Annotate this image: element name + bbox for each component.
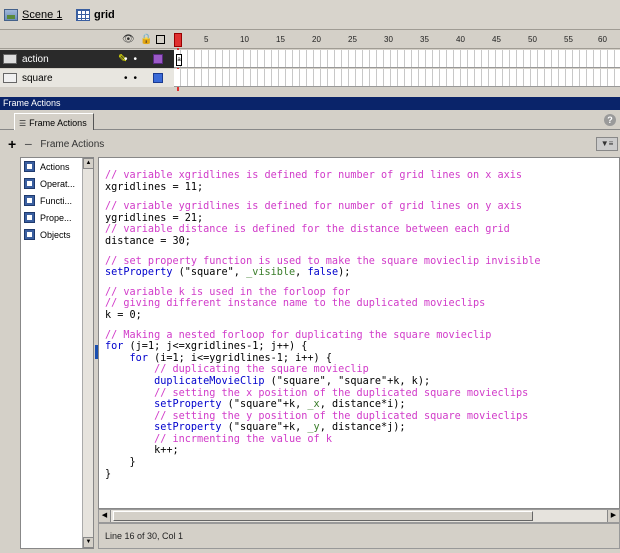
- code-line[interactable]: setProperty ("square"+k, _x, distance*i)…: [105, 399, 540, 411]
- script-editor[interactable]: // variable xgridlines is defined for nu…: [98, 157, 620, 509]
- code-line[interactable]: k++;: [105, 445, 540, 457]
- help-icon[interactable]: ?: [604, 114, 616, 126]
- frame-number: 25: [348, 35, 357, 44]
- code-line[interactable]: // set property function is used to make…: [105, 256, 540, 268]
- code-line[interactable]: // duplicating the square movieclip: [105, 364, 540, 376]
- frame-number: 60: [598, 35, 607, 44]
- layer-state-dots[interactable]: ••: [124, 54, 143, 65]
- symbol-crumb-label: grid: [94, 9, 115, 21]
- layer-icon: [3, 73, 17, 83]
- code-line[interactable]: distance = 30;: [105, 236, 540, 248]
- frame-ruler[interactable]: 151015202530354045505560: [174, 31, 620, 49]
- code-line[interactable]: setProperty ("square"+k, _y, distance*j)…: [105, 422, 540, 434]
- actions-icon: ☰: [19, 118, 27, 128]
- actions-toolbar: + − Frame Actions ▼≡: [0, 131, 620, 157]
- frame-number: 20: [312, 35, 321, 44]
- code-line[interactable]: setProperty ("square", _visible, false);: [105, 267, 540, 279]
- lock-icon[interactable]: 🔒: [140, 34, 152, 45]
- layer-outline-color[interactable]: [153, 73, 163, 83]
- frame-number: 30: [384, 35, 393, 44]
- scene-crumb[interactable]: Scene 1: [4, 9, 62, 21]
- scroll-up-icon[interactable]: ▲: [83, 158, 94, 169]
- layer-name: square: [22, 72, 53, 84]
- frame-number: 55: [564, 35, 573, 44]
- layer-name: action: [22, 53, 49, 65]
- code-line[interactable]: // variable xgridlines is defined for nu…: [105, 170, 540, 182]
- code-line[interactable]: // variable k is used in the forloop for: [105, 287, 540, 299]
- layer-square-frames[interactable]: [174, 69, 620, 87]
- layer-action-frames[interactable]: [174, 50, 620, 68]
- eye-icon[interactable]: 👁: [122, 34, 135, 45]
- frame-number: 40: [456, 35, 465, 44]
- actions-label: Frame Actions: [40, 138, 105, 150]
- status-bar: Line 16 of 30, Col 1: [98, 523, 620, 549]
- book-icon: [24, 212, 35, 223]
- code-line[interactable]: for (j=1; j<=xgridlines-1; j++) {: [105, 341, 540, 353]
- breadcrumb: Scene 1 grid: [0, 0, 620, 30]
- frame-number: 35: [420, 35, 429, 44]
- movieclip-symbol-icon: [76, 9, 90, 21]
- timeline: 👁 🔒 151015202530354045505560 action ✎ ••…: [0, 31, 620, 91]
- layer-outline-color[interactable]: [153, 54, 163, 64]
- toolbox-category-label: Objects: [40, 229, 71, 240]
- scroll-thumb[interactable]: [113, 511, 533, 521]
- scroll-right-icon[interactable]: ▶: [607, 510, 619, 522]
- scroll-left-icon[interactable]: ◀: [99, 510, 111, 522]
- code-line[interactable]: // setting the y position of the duplica…: [105, 411, 540, 423]
- code-line[interactable]: xgridlines = 11;: [105, 182, 540, 194]
- outline-icon[interactable]: [156, 35, 165, 44]
- code-line[interactable]: ygridlines = 21;: [105, 213, 540, 225]
- panel-tabs: ☰ Frame Actions ?: [0, 110, 620, 130]
- code-line[interactable]: // setting the x position of the duplica…: [105, 388, 540, 400]
- book-icon: [24, 161, 35, 172]
- book-icon: [24, 178, 35, 189]
- frame-number: 15: [276, 35, 285, 44]
- book-icon: [24, 195, 35, 206]
- scroll-down-icon[interactable]: ▼: [83, 537, 94, 548]
- playhead[interactable]: [174, 33, 182, 47]
- toolbox-category-label: Operat...: [40, 178, 76, 189]
- code-line[interactable]: // variable distance is defined for the …: [105, 224, 540, 236]
- keyframe-action[interactable]: a: [176, 54, 182, 66]
- scene-icon: [4, 9, 18, 21]
- code-line[interactable]: // Making a nested forloop for duplicati…: [105, 330, 540, 342]
- frame-number: 10: [240, 35, 249, 44]
- code-line[interactable]: }: [105, 457, 540, 469]
- code-line[interactable]: }: [105, 469, 540, 481]
- timeline-header: 👁 🔒 151015202530354045505560: [0, 31, 620, 49]
- panel-splitter[interactable]: [0, 157, 20, 549]
- code-line[interactable]: k = 0;: [105, 310, 540, 322]
- frame-number: 50: [528, 35, 537, 44]
- tab-frame-actions[interactable]: ☰ Frame Actions: [14, 113, 94, 130]
- code-line[interactable]: duplicateMovieClip ("square", "square"+k…: [105, 376, 540, 388]
- toolbox-scrollbar[interactable]: ▲ ▼: [82, 158, 94, 548]
- current-line-marker: [95, 345, 98, 359]
- layer-icon: [3, 54, 17, 64]
- scene-crumb-label: Scene 1: [22, 9, 63, 21]
- panel-title: Frame Actions: [0, 97, 620, 110]
- code-line[interactable]: // incrmenting the value of k: [105, 434, 540, 446]
- script-code[interactable]: // variable xgridlines is defined for nu…: [105, 170, 540, 480]
- symbol-crumb[interactable]: grid: [76, 9, 115, 21]
- code-line[interactable]: for (i=1; i<=ygridlines-1; i++) {: [105, 353, 540, 365]
- actions-toolbox: Actions Operat... Functi... Prope... Objects…: [20, 157, 94, 549]
- code-line[interactable]: // variable ygridlines is defined for nu…: [105, 201, 540, 213]
- layer-action[interactable]: action ✎ ••: [0, 50, 174, 68]
- toolbox-category-label: Prope...: [40, 212, 72, 223]
- book-icon: [24, 229, 35, 240]
- horizontal-scrollbar[interactable]: ◀ ▶: [98, 509, 620, 523]
- tab-label: Frame Actions: [29, 118, 87, 128]
- options-menu-button[interactable]: ▼≡: [596, 137, 618, 151]
- frame-number: 45: [492, 35, 501, 44]
- toolbox-category-label: Actions: [40, 161, 70, 172]
- frame-number: 5: [204, 35, 209, 44]
- toolbox-category-label: Functi...: [40, 195, 73, 206]
- remove-action-button[interactable]: −: [24, 136, 32, 152]
- add-action-button[interactable]: +: [8, 136, 16, 152]
- layer-square[interactable]: square ••: [0, 69, 174, 87]
- layer-state-dots[interactable]: ••: [124, 73, 143, 84]
- code-line[interactable]: // giving different instance name to the…: [105, 298, 540, 310]
